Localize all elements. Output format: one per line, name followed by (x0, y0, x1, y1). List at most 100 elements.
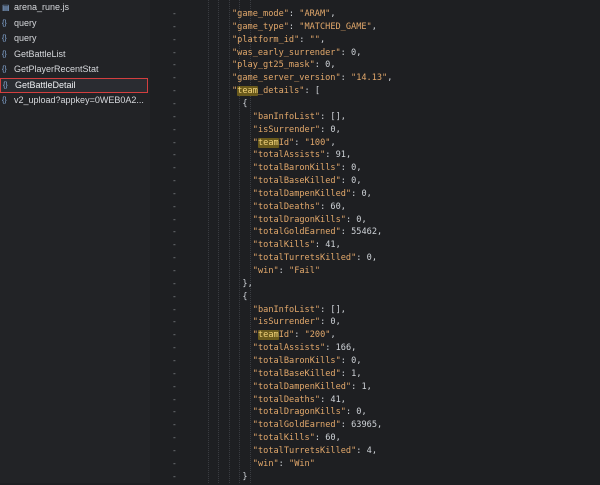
json-colon: : (299, 34, 310, 45)
json-colon: : (314, 240, 326, 251)
json-key: "totalTurretsKilled" (252, 445, 357, 456)
indent-guide (208, 0, 209, 483)
json-colon: : (340, 176, 352, 187)
json-response-viewer[interactable]: "game_mode": "ARAM", "game_type": "MATCHE… (198, 0, 600, 483)
json-colon: : (278, 266, 290, 276)
curly-braces-icon: {} (2, 97, 7, 104)
json-comma: , (319, 34, 326, 45)
request-item[interactable]: {} query (0, 16, 150, 32)
json-comma: , (330, 137, 336, 148)
indent-guide (228, 0, 230, 483)
json-value: 63965 (351, 420, 377, 431)
json-comma: , (356, 355, 362, 366)
json-colon: : (320, 304, 331, 315)
json-comma: , (356, 368, 362, 379)
json-comma: , (366, 381, 372, 392)
json-key: "totalBaronKills" (252, 355, 341, 366)
request-item[interactable]: {} GetBattleList (0, 47, 150, 63)
line-gutter: ------------------------------------- (150, 0, 198, 483)
json-colon: : (294, 137, 305, 148)
request-item[interactable]: {} GetPlayerRecentStat (0, 62, 150, 78)
script-file-icon: ▤ (2, 3, 10, 12)
json-comma: , (340, 201, 346, 212)
json-colon: : (314, 60, 326, 71)
json-key: "totalDeaths" (252, 201, 321, 212)
curly-braces-icon: {} (3, 81, 8, 89)
curly-braces-icon: {} (2, 50, 7, 58)
json-colon: : (356, 445, 367, 456)
json-comma: , (371, 445, 378, 456)
json-bracket: } (242, 471, 248, 482)
json-comma: , (330, 60, 336, 71)
json-value: [] (330, 111, 341, 122)
json-colon: : (340, 355, 352, 366)
json-key: "totalDampenKilled" (252, 188, 352, 199)
request-item[interactable]: {} v2_upload?appkey=0WEB0A2... (0, 93, 150, 109)
request-item[interactable]: {} GetBattleDetail (0, 77, 148, 93)
json-key: "platform_id" (232, 34, 300, 45)
json-line: "win": "Fail" (253, 263, 320, 279)
json-comma: , (340, 304, 346, 315)
json-comma: , (377, 227, 383, 238)
json-key: "team_details" (232, 86, 305, 97)
json-comma: , (366, 188, 372, 199)
json-value: 41 (325, 240, 336, 251)
gutter-marker: - (172, 471, 177, 481)
json-colon: : (314, 433, 326, 444)
json-value: "Fail" (289, 266, 321, 276)
json-comma: , (356, 47, 362, 58)
json-comma: , (361, 214, 367, 225)
json-bracket: { (242, 98, 248, 109)
request-item-label: query (14, 33, 37, 43)
json-line: { (242, 289, 247, 305)
json-value: 55462 (351, 227, 377, 238)
request-item[interactable]: {} query (0, 31, 150, 47)
search-match-highlight: team (257, 330, 279, 341)
json-key: "play_gt25_mask" (232, 60, 315, 71)
json-key: "game_mode" (232, 9, 289, 19)
json-line: } (242, 469, 247, 483)
json-colon: : (345, 407, 357, 418)
json-comma: , (371, 21, 377, 32)
json-key: "totalDeaths" (252, 394, 321, 405)
json-colon: : (320, 201, 331, 212)
json-colon: : (278, 458, 290, 469)
json-value: "Win" (289, 458, 315, 469)
curly-braces-icon: {} (2, 35, 7, 42)
json-colon: : (320, 394, 331, 405)
json-value: 60 (330, 201, 341, 212)
json-colon: : (325, 343, 336, 354)
request-item-label: v2_upload?appkey=0WEB0A2... (14, 95, 144, 105)
json-value: 91 (335, 150, 346, 161)
json-key: "totalGoldEarned" (252, 227, 341, 238)
json-comma: , (356, 176, 362, 187)
json-comma: , (361, 407, 367, 418)
json-key: "banInfoList" (252, 111, 321, 122)
json-value: 41 (330, 394, 341, 405)
search-match-highlight: team (257, 137, 279, 148)
curly-braces-icon: {} (2, 66, 7, 73)
json-key: "game_type" (232, 21, 289, 32)
json-comma: , (345, 150, 352, 161)
json-value: [] (330, 304, 341, 315)
json-key: "totalDampenKilled" (252, 381, 352, 392)
json-comma: , (356, 163, 362, 174)
json-value: [ (314, 86, 321, 97)
json-key: "win" (252, 458, 279, 469)
json-value: "MATCHED_GAME" (299, 21, 372, 32)
json-key: "totalAssists" (252, 343, 326, 354)
json-line: "win": "Win" (253, 456, 315, 472)
json-value: "14.13" (351, 73, 388, 84)
json-key: "teamId" (252, 330, 295, 341)
json-colon: : (340, 73, 352, 84)
json-comma: , (335, 124, 341, 135)
json-value: 166 (335, 343, 352, 354)
json-key: "totalBaseKilled" (252, 368, 341, 379)
indent-guide (218, 0, 220, 483)
json-bracket: { (242, 291, 248, 302)
json-key: "game_server_version" (232, 73, 341, 84)
json-colon: : (356, 253, 367, 264)
json-key: "win" (252, 266, 279, 276)
json-key: "totalDragonKills" (252, 407, 346, 418)
request-item[interactable]: ▤ arena_rune.js (0, 0, 150, 16)
